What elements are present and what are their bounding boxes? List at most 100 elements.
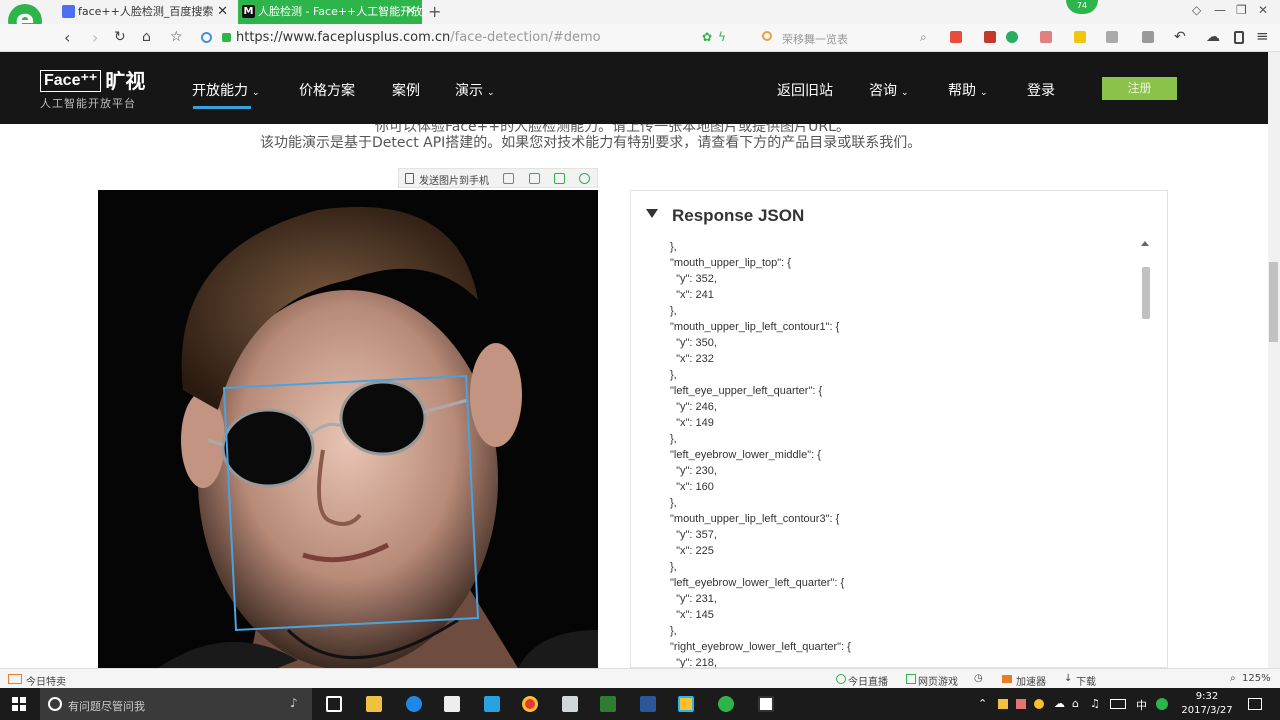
close-window-button[interactable]: ✕ — [1258, 3, 1268, 17]
expand-icon[interactable] — [503, 173, 514, 184]
tray-expand-icon[interactable]: ⌃ — [978, 697, 987, 710]
volume-icon[interactable]: ♫ — [1090, 697, 1100, 710]
accelerator-link[interactable]: 加速器 — [1016, 673, 1046, 688]
clock-date: 2017/3/27 — [1181, 705, 1233, 716]
demo-photo — [98, 190, 598, 668]
ime-indicator[interactable]: 中 — [1136, 697, 1147, 713]
mail-icon[interactable] — [984, 31, 996, 43]
cortana-placeholder: 有问题尽管问我 — [68, 700, 145, 713]
home-button[interactable]: ⌂ — [142, 29, 151, 45]
forward-button[interactable]: › — [92, 28, 98, 47]
apps-icon[interactable] — [950, 31, 962, 43]
close-tab-icon[interactable]: ✕ — [217, 0, 228, 24]
chevron-down-icon: ⌄ — [980, 88, 988, 98]
browser-taskbar-icon[interactable] — [718, 696, 734, 712]
nav-old-site[interactable]: 返回旧站 — [777, 80, 833, 100]
chevron-down-icon: ⌄ — [252, 88, 260, 98]
zoom-icon[interactable] — [1142, 31, 1154, 43]
address-toolbar: ‹ › ↻ ⌂ ☆ https://www.faceplusplus.com.c… — [0, 24, 1280, 52]
panel-title: Response JSON — [672, 206, 805, 225]
notifications-icon[interactable] — [1248, 698, 1262, 710]
page-scrollbar[interactable] — [1268, 52, 1280, 668]
minimize-button[interactable]: — — [1214, 3, 1226, 17]
nav-consult[interactable]: 咨询 ⌄ — [869, 80, 909, 100]
search-hint[interactable]: 荣移舞一览表 — [782, 31, 848, 47]
tray-app-icon[interactable] — [1016, 699, 1026, 709]
translate-icon[interactable] — [1040, 31, 1052, 43]
phone-icon[interactable] — [1234, 31, 1244, 44]
keyboard-icon[interactable] — [1110, 699, 1126, 709]
scroll-up-arrow-icon[interactable] — [1141, 241, 1149, 246]
nav-help[interactable]: 帮助 ⌄ — [948, 80, 988, 100]
site-info-icon[interactable] — [201, 32, 212, 43]
lightning-icon[interactable]: ϟ — [718, 30, 726, 44]
nav-login[interactable]: 登录 — [1027, 80, 1055, 100]
skin-icon[interactable]: ◇ — [1192, 3, 1201, 17]
tray-green-icon[interactable] — [1156, 698, 1168, 710]
site-logo[interactable]: Face⁺⁺ 旷视 人工智能开放平台 — [40, 70, 145, 111]
nav-label: 演示 — [455, 83, 483, 99]
save-icon[interactable] — [529, 173, 540, 184]
nav-demo[interactable]: 演示 ⌄ — [455, 80, 495, 100]
page-scrollbar-thumb[interactable] — [1269, 262, 1278, 342]
microphone-icon[interactable]: ♪ — [290, 696, 298, 710]
maximize-button[interactable]: ❐ — [1236, 3, 1247, 17]
system-clock[interactable]: 9:32 2017/3/27 — [1180, 690, 1234, 718]
accelerator-icon — [1002, 675, 1012, 683]
register-button[interactable]: 注册 — [1102, 77, 1177, 100]
back-button[interactable]: ‹ — [64, 28, 70, 47]
new-tab-button[interactable]: + — [428, 2, 441, 21]
app-yellow-icon[interactable] — [678, 696, 694, 712]
nav-open-capabilities[interactable]: 开放能力 ⌄ — [192, 80, 260, 100]
live-link[interactable]: 今日直播 — [848, 673, 888, 688]
store-icon[interactable] — [444, 696, 460, 712]
settings-gear-icon[interactable] — [579, 173, 590, 184]
tab-title: 人脸检测 - Face++人工智能开放 — [258, 5, 422, 18]
app-doc-icon[interactable] — [562, 696, 578, 712]
download-link[interactable]: 下载 — [1076, 673, 1096, 688]
cloud-icon[interactable]: ☁ — [1206, 29, 1220, 45]
cortana-search-box[interactable]: 有问题尽管问我 ♪ — [40, 688, 312, 720]
zoom-level[interactable]: 125% — [1242, 673, 1271, 684]
undo-icon[interactable]: ↶ — [1174, 29, 1186, 45]
tab-baidu-search[interactable]: face++人脸检测_百度搜索 ✕ — [58, 0, 234, 24]
games-link[interactable]: 网页游戏 — [918, 673, 958, 688]
share-icon[interactable] — [554, 173, 565, 184]
menu-icon[interactable]: ≡ — [1256, 27, 1269, 45]
camtasia-icon[interactable] — [600, 696, 616, 712]
app-white-icon[interactable] — [758, 696, 774, 712]
nav-pricing[interactable]: 价格方案 — [299, 80, 355, 100]
tray-app-icon[interactable] — [1034, 699, 1044, 709]
favorite-star-icon[interactable]: ☆ — [170, 29, 183, 45]
windows-start-icon[interactable] — [12, 697, 26, 711]
reload-button[interactable]: ↻ — [114, 29, 126, 45]
tools-icon[interactable] — [1074, 31, 1086, 43]
shield-icon[interactable] — [1006, 31, 1018, 43]
search-icon[interactable]: ⌕ — [920, 30, 927, 45]
url-field[interactable]: https://www.faceplusplus.com.cn/face-det… — [236, 30, 601, 45]
tray-app-icon[interactable] — [998, 699, 1008, 709]
send-to-phone-button[interactable]: 发送图片到手机 — [419, 172, 489, 187]
task-view-icon[interactable] — [326, 696, 342, 712]
json-viewer: }, "mouth_upper_lip_top": { "y": 352, "x"… — [670, 239, 1140, 671]
tab-face-detection[interactable]: M 人脸检测 - Face++人工智能开放 ✕ — [238, 0, 422, 24]
file-explorer-icon[interactable] — [366, 696, 382, 712]
history-icon[interactable]: ◷ — [974, 673, 983, 684]
search-engine-icon[interactable] — [762, 31, 772, 41]
refresh-status-icon[interactable]: ✿ — [702, 30, 712, 44]
collapse-triangle-icon[interactable] — [646, 209, 658, 218]
badge-counter[interactable]: 74 — [1066, 0, 1098, 14]
chrome-icon[interactable] — [522, 696, 538, 712]
word-icon[interactable] — [640, 696, 656, 712]
app-blue-icon[interactable] — [484, 696, 500, 712]
today-deals-link[interactable]: 今日特卖 — [26, 673, 66, 688]
live-icon — [836, 674, 846, 684]
json-scrollbar-thumb[interactable] — [1142, 267, 1150, 319]
network-icon[interactable]: ⌂ — [1072, 697, 1079, 710]
lock-icon — [222, 33, 231, 42]
tray-cloud-icon[interactable]: ☁ — [1054, 697, 1065, 710]
close-tab-icon[interactable]: ✕ — [405, 0, 416, 24]
nav-cases[interactable]: 案例 — [392, 80, 420, 100]
edge-icon[interactable] — [406, 696, 422, 712]
screenshot-icon[interactable] — [1106, 31, 1118, 43]
